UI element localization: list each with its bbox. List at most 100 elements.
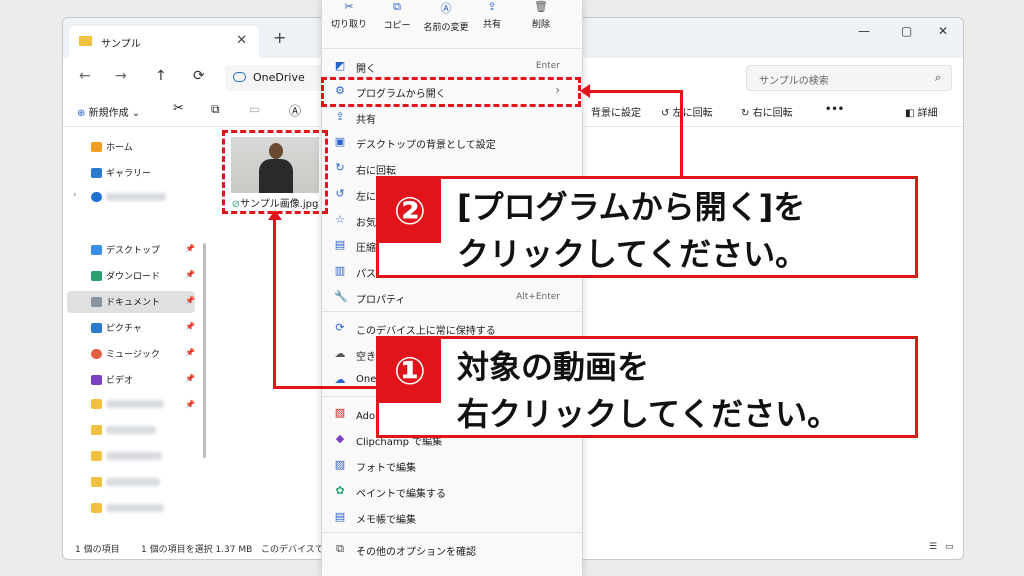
- sidebar-folder[interactable]: [91, 477, 160, 487]
- set-background-button[interactable]: 背景に設定: [591, 104, 641, 119]
- new-tab-button[interactable]: +: [273, 28, 286, 47]
- refresh-button[interactable]: ⟳: [193, 68, 205, 84]
- home-icon: [91, 141, 102, 152]
- new-label: 新規作成: [88, 108, 129, 119]
- sidebar-label: ミュージック: [106, 350, 160, 360]
- menu-properties[interactable]: 🔧 プロパティ Alt+Enter: [330, 285, 574, 309]
- sidebar-folder[interactable]: [91, 425, 156, 435]
- details-label: 詳細: [917, 108, 938, 119]
- onedrive-icon: [233, 72, 246, 82]
- menu-label: パス: [356, 269, 376, 280]
- address-bar[interactable]: OneDrive: [225, 65, 325, 91]
- rotate-left-label: 左に回転: [672, 108, 713, 119]
- sidebar-label: ピクチャ: [106, 324, 142, 334]
- sidebar-folder[interactable]: [91, 451, 162, 461]
- pictures-icon: [91, 322, 102, 333]
- menu-notepad[interactable]: ▤ メモ帳で編集: [330, 505, 574, 529]
- share-label: 共有: [482, 20, 501, 30]
- rotate-left-icon: ↺: [661, 108, 670, 119]
- sidebar-folder[interactable]: [91, 503, 164, 513]
- pin-icon[interactable]: 📌: [185, 296, 195, 305]
- tab-sample[interactable]: サンプル ✕: [69, 26, 259, 58]
- sidebar-item-documents[interactable]: ドキュメント: [91, 295, 160, 308]
- menu-share[interactable]: ⇪ 共有: [330, 105, 574, 129]
- share-icon: ⇪: [487, 0, 497, 13]
- maximize-button[interactable]: ▢: [901, 24, 912, 38]
- paste-icon[interactable]: ▭: [249, 102, 260, 116]
- sidebar-item-downloads[interactable]: ダウンロード: [91, 269, 160, 282]
- search-box[interactable]: サンプルの検索 ⌕: [746, 65, 952, 91]
- menu-more-options[interactable]: ⧉ その他のオプションを確認: [330, 537, 574, 561]
- list-view-icon[interactable]: ☰: [929, 542, 937, 552]
- sidebar-scrollbar[interactable]: [203, 243, 206, 458]
- sidebar-label: ダウンロード: [106, 272, 161, 282]
- sidebar-label: ホーム: [106, 143, 133, 153]
- rotate-right-button[interactable]: ↻ 右に回転: [741, 104, 793, 119]
- chevron-right-icon[interactable]: ›: [73, 190, 77, 200]
- sidebar-item-videos[interactable]: ビデオ: [91, 373, 133, 386]
- pin-icon[interactable]: 📌: [185, 322, 195, 331]
- menu-label: 圧縮: [356, 243, 376, 254]
- menu-label: 共有: [356, 115, 376, 126]
- sidebar-folder[interactable]: [91, 399, 164, 409]
- details-button[interactable]: ◧ 詳細: [905, 104, 938, 119]
- delete-label: 削除: [531, 20, 550, 30]
- menu-open[interactable]: ◩ 開く Enter: [330, 54, 574, 78]
- pin-icon[interactable]: 📌: [185, 348, 195, 357]
- new-button[interactable]: ⊕ 新規作成 ⌄: [77, 104, 140, 119]
- callout-text: 右クリックしてください。: [457, 395, 840, 433]
- shortcut-label: Alt+Enter: [516, 292, 560, 302]
- highlight-file: [222, 130, 328, 214]
- folder-icon: [91, 425, 102, 435]
- sidebar-item-pictures[interactable]: ピクチャ: [91, 321, 142, 334]
- rename-icon[interactable]: Ⓐ: [289, 102, 301, 119]
- cut-label: 切り取り: [330, 20, 367, 30]
- menu-label: 開く: [356, 64, 376, 75]
- sidebar-item-gallery[interactable]: ギャラリー: [91, 166, 151, 179]
- item-count: 1 個の項目: [75, 545, 120, 555]
- folder-icon: [91, 503, 102, 513]
- cut-icon: ✂: [344, 0, 354, 13]
- delete-action[interactable]: 🗑 削除: [521, 0, 561, 30]
- desktop-icon: ▣: [334, 135, 346, 148]
- back-button[interactable]: ←: [79, 68, 91, 84]
- onedrive-icon: ☁: [334, 373, 346, 386]
- menu-label: ペイントで編集する: [356, 489, 446, 500]
- cut-action[interactable]: ✂ 切り取り: [329, 0, 369, 30]
- sidebar-item-music[interactable]: ミュージック: [91, 347, 160, 360]
- pin-icon[interactable]: 📌: [185, 270, 195, 279]
- forward-button[interactable]: →: [115, 68, 127, 84]
- menu-set-desktop-background[interactable]: ▣ デスクトップの背景として設定: [330, 130, 574, 154]
- up-button[interactable]: ↑: [155, 68, 167, 84]
- share-action[interactable]: ⇪ 共有: [472, 0, 512, 30]
- star-icon: ☆: [335, 213, 345, 226]
- pin-icon[interactable]: 📌: [185, 400, 195, 409]
- more-button[interactable]: •••: [825, 104, 844, 115]
- menu-label: デスクトップの背景として設定: [356, 140, 496, 151]
- rename-action[interactable]: Ⓐ 名前の変更: [420, 0, 472, 33]
- menu-photos[interactable]: ▨ フォトで編集: [330, 453, 574, 477]
- document-icon: [91, 296, 102, 307]
- arrow-line-2: [588, 90, 683, 93]
- menu-label: 左に: [356, 192, 376, 203]
- menu-paint[interactable]: ✿ ペイントで編集する: [330, 479, 574, 503]
- close-window-button[interactable]: ✕: [938, 24, 948, 38]
- minimize-button[interactable]: —: [858, 24, 870, 38]
- search-icon: ⌕: [934, 71, 941, 84]
- sidebar-label: ギャラリー: [106, 169, 152, 179]
- pin-icon[interactable]: 📌: [185, 374, 195, 383]
- cloud-icon: ☁: [334, 347, 346, 360]
- notepad-icon: ▤: [334, 510, 346, 523]
- arrow-line-1: [273, 386, 378, 389]
- cut-icon[interactable]: ✂: [173, 101, 184, 116]
- sidebar-item-home[interactable]: ホーム: [91, 140, 133, 153]
- pin-icon[interactable]: 📌: [185, 244, 195, 253]
- tile-view-icon[interactable]: ▭: [945, 542, 954, 552]
- sidebar-item-desktop[interactable]: デスクトップ: [91, 243, 160, 256]
- copy-action[interactable]: ⧉ コピー: [377, 0, 417, 31]
- close-tab-icon[interactable]: ✕: [236, 33, 247, 48]
- rotate-left-button[interactable]: ↺ 左に回転: [661, 104, 713, 119]
- blurred-folder-name: [106, 400, 164, 408]
- copy-icon[interactable]: ⧉: [211, 102, 220, 117]
- download-icon: [91, 270, 102, 281]
